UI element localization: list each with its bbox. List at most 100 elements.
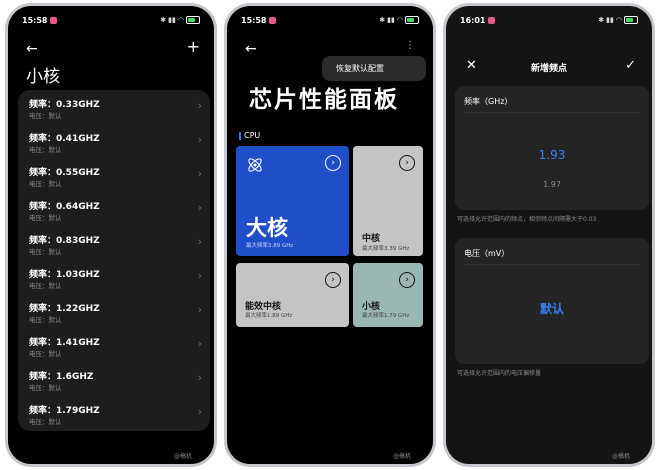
plus-icon[interactable]: +: [187, 37, 200, 56]
back-arrow-icon[interactable]: ←: [26, 41, 38, 57]
status-icons: ✱ ▮▮ ◠: [598, 16, 638, 24]
list-item[interactable]: 频率：1.22GHZ 电压：默认 ›: [18, 294, 210, 328]
card-subtitle: 最大频率1.79 GHz: [362, 313, 410, 319]
list-item[interactable]: 频率：1.03GHZ 电压：默认 ›: [18, 260, 210, 294]
list-item[interactable]: 频率：0.33GHZ 电压：默认 ›: [18, 90, 210, 124]
status-time: 15:58: [241, 15, 267, 25]
list-item[interactable]: 频率：0.64GHZ 电压：默认 ›: [18, 192, 210, 226]
voltage-value: 电压：默认: [29, 214, 62, 222]
frequency-value: 频率：0.55GHZ: [29, 168, 100, 178]
frequency-value: 频率：0.41GHZ: [29, 134, 100, 144]
battery-icon: [405, 16, 419, 24]
battery-icon: [186, 16, 200, 24]
voltage-value: 电压：默认: [29, 418, 62, 426]
bluetooth-icon: ✱: [160, 16, 167, 24]
status-bar: 15:58 ✱ ▮▮ ◠: [241, 14, 419, 26]
status-icons: ✱ ▮▮ ◠: [379, 16, 419, 24]
divider: [465, 264, 639, 265]
wifi-icon: ◠: [396, 16, 403, 24]
card-subtitle: 最大频率3.89 GHz: [246, 243, 294, 249]
voltage-value: 电压：默认: [29, 180, 62, 188]
chevron-circle-icon: ›: [325, 272, 341, 288]
chevron-right-icon: ›: [197, 269, 202, 282]
frequency-list: 频率：0.33GHZ 电压：默认 › 频率：0.41GHZ 电压：默认 › 频率：0.55G…: [18, 90, 210, 431]
frequency-value: 频率：1.03GHZ: [29, 270, 100, 280]
chevron-right-icon: ›: [197, 405, 202, 418]
list-item[interactable]: 频率：0.55GHZ 电压：默认 ›: [18, 158, 210, 192]
bluetooth-icon: ✱: [598, 16, 605, 24]
frequency-value: 频率：0.33GHZ: [29, 100, 100, 110]
frequency-value: 频率：0.64GHZ: [29, 202, 100, 212]
more-vertical-icon[interactable]: ⋮: [405, 40, 415, 51]
voltage-value: 电压：默认: [29, 248, 62, 256]
voltage-value: 电压：默认: [29, 146, 62, 154]
status-icons: ✱ ▮▮ ◠: [160, 16, 200, 24]
voltage-value: 电压：默认: [29, 350, 62, 358]
divider: [465, 112, 639, 113]
list-item[interactable]: 频率：1.79GHZ 电压：默认 ›: [18, 396, 210, 430]
voltage-label: 电压（mV）: [464, 249, 510, 258]
list-item[interactable]: 频率：0.41GHZ 电压：默认 ›: [18, 124, 210, 158]
status-bar: 15:58 ✱ ▮▮ ◠: [22, 14, 200, 26]
frequency-picker-panel: 频率（GHz） 1.93 1.97: [455, 86, 649, 210]
list-item[interactable]: 频率：1.6GHZ 电压：默认 ›: [18, 362, 210, 396]
voltage-picker-selected[interactable]: 默认: [455, 300, 649, 317]
phone-frame-3: 16:01 ✱ ▮▮ ◠ ✕ 新增频点 ✓ 频率（GHz） 1.93 1.97 可选…: [443, 3, 655, 467]
frequency-value: 频率：1.79GHZ: [29, 406, 100, 416]
frequency-value: 频率：0.83GHZ: [29, 236, 100, 246]
wifi-icon: ◠: [177, 16, 184, 24]
status-time: 15:58: [22, 15, 48, 25]
check-icon[interactable]: ✓: [625, 58, 636, 73]
frequency-note: 可选择允许范围内的频点，相邻频点间隔需大于0.03: [457, 216, 597, 223]
chevron-right-icon: ›: [197, 99, 202, 112]
chevron-circle-icon: ›: [399, 155, 415, 171]
card-small-core[interactable]: › 小核 最大频率1.79 GHz: [353, 263, 423, 327]
atom-icon: [248, 158, 262, 172]
chevron-right-icon: ›: [197, 167, 202, 180]
voltage-note: 可选择允许范围内的电压偏移量: [457, 370, 542, 377]
frequency-picker-next[interactable]: 1.97: [455, 180, 649, 189]
frequency-label: 频率（GHz）: [464, 97, 513, 106]
back-arrow-icon[interactable]: ←: [245, 41, 257, 57]
voltage-value: 电压：默认: [29, 112, 62, 120]
dialog-title: 新增频点: [530, 64, 567, 74]
card-efficiency-mid-core[interactable]: › 能效中核 最大频率1.89 GHz: [236, 263, 349, 327]
signal-icon: ▮▮: [168, 16, 176, 24]
app-notification-icon: [269, 16, 277, 24]
watermark: @搞机: [174, 453, 193, 460]
chevron-circle-icon: ›: [399, 272, 415, 288]
card-title: 大核: [246, 216, 288, 240]
frequency-picker-selected[interactable]: 1.93: [455, 148, 649, 162]
chevron-right-icon: ›: [197, 337, 202, 350]
signal-icon: ▮▮: [606, 16, 614, 24]
list-item[interactable]: 频率：1.41GHZ 电压：默认 ›: [18, 328, 210, 362]
screen-add-frequency: 16:01 ✱ ▮▮ ◠ ✕ 新增频点 ✓ 频率（GHz） 1.93 1.97 可选…: [446, 6, 652, 464]
page-title: 小核: [26, 67, 60, 87]
section-marker: [239, 131, 241, 140]
card-title: 中核: [362, 234, 381, 244]
list-item[interactable]: 频率：0.83GHZ 电压：默认 ›: [18, 226, 210, 260]
chevron-right-icon: ›: [197, 235, 202, 248]
chevron-right-icon: ›: [197, 303, 202, 316]
voltage-value: 电压：默认: [29, 316, 62, 324]
voltage-value: 电压：默认: [29, 282, 62, 290]
card-big-core[interactable]: › 大核 最大频率3.89 GHz: [236, 146, 349, 256]
voltage-picker-panel: 电压（mV） 默认: [455, 238, 649, 364]
section-header-cpu: CPU: [239, 131, 260, 140]
menu-item-restore-default[interactable]: 恢复默认配置: [322, 56, 426, 81]
card-mid-core[interactable]: › 中核 最大频率3.39 GHz: [353, 146, 423, 256]
signal-icon: ▮▮: [387, 16, 395, 24]
chevron-right-icon: ›: [197, 371, 202, 384]
bluetooth-icon: ✱: [379, 16, 386, 24]
voltage-value: 电压：默认: [29, 384, 62, 392]
status-bar: 16:01 ✱ ▮▮ ◠: [460, 14, 638, 26]
app-notification-icon: [488, 16, 496, 24]
card-subtitle: 最大频率1.89 GHz: [245, 313, 293, 319]
screen-small-core-list: 15:58 ✱ ▮▮ ◠ ← + 小核 频率：0.33GHZ 电压：默认 › 频率：0.4…: [8, 6, 214, 464]
page-title: 芯片性能面板: [249, 87, 399, 113]
frequency-value: 频率：1.6GHZ: [29, 372, 94, 382]
frequency-value: 频率：1.22GHZ: [29, 304, 100, 314]
phone-frame-1: 15:58 ✱ ▮▮ ◠ ← + 小核 频率：0.33GHZ 电压：默认 › 频率：0.4…: [5, 3, 217, 467]
screen-chip-panel: 15:58 ✱ ▮▮ ◠ ← ⋮ 恢复默认配置 芯片性能面板 CPU › 大核 最大…: [227, 6, 433, 464]
app-notification-icon: [50, 16, 58, 24]
